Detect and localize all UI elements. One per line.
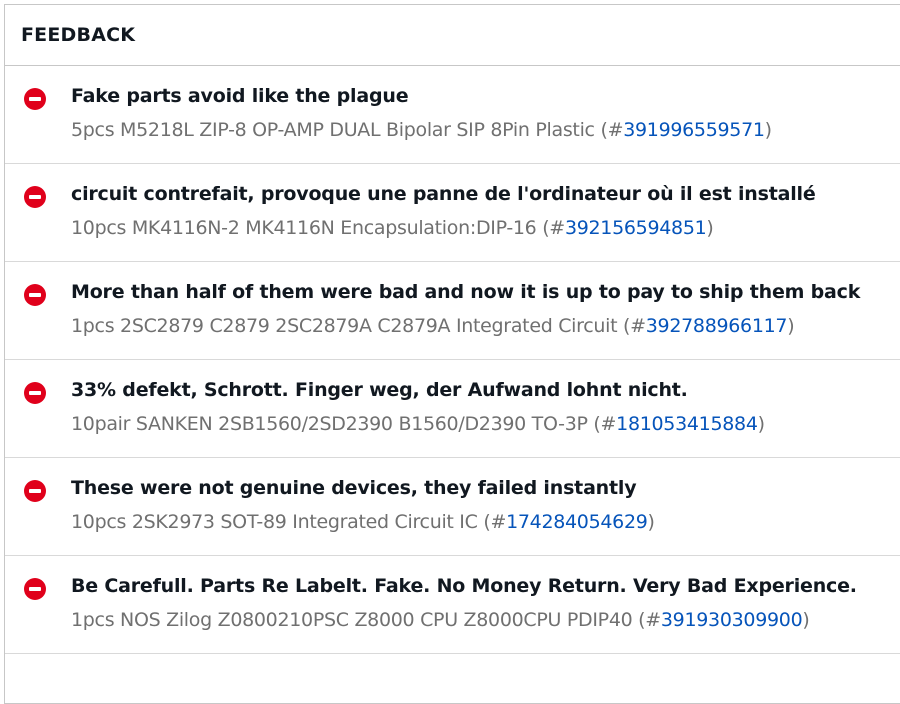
feedback-item: Be Carefull. Parts Re Labelt. Fake. No M… [5, 556, 900, 654]
feedback-comment: More than half of them were bad and now … [71, 281, 861, 303]
feedback-panel: FEEDBACK Fake parts avoid like the plagu… [4, 4, 900, 704]
item-line: 5pcs M5218L ZIP-8 OP-AMP DUAL Bipolar SI… [71, 119, 772, 141]
item-title: 5pcs M5218L ZIP-8 OP-AMP DUAL Bipolar SI… [71, 119, 595, 141]
feedback-list: Fake parts avoid like the plague 5pcs M5… [5, 66, 900, 654]
item-number-link[interactable]: 181053415884 [616, 413, 758, 435]
item-title: 1pcs NOS Zilog Z0800210PSC Z8000 CPU Z80… [71, 609, 633, 631]
negative-rating-icon [24, 284, 46, 306]
feedback-item: 33% defekt, Schrott. Finger weg, der Auf… [5, 360, 900, 458]
item-number-link[interactable]: 392788966117 [646, 315, 788, 337]
panel-title: FEEDBACK [21, 24, 136, 46]
item-line: 10pcs 2SK2973 SOT-89 Integrated Circuit … [71, 511, 655, 533]
item-line: 10pcs MK4116N-2 MK4116N Encapsulation:DI… [71, 217, 714, 239]
feedback-comment: circuit contrefait, provoque une panne d… [71, 183, 816, 205]
item-title: 10pcs 2SK2973 SOT-89 Integrated Circuit … [71, 511, 478, 533]
item-number-link[interactable]: 392156594851 [565, 217, 707, 239]
negative-rating-icon [24, 382, 46, 404]
feedback-comment: Fake parts avoid like the plague [71, 85, 409, 107]
feedback-item: circuit contrefait, provoque une panne d… [5, 164, 900, 262]
item-line: 1pcs NOS Zilog Z0800210PSC Z8000 CPU Z80… [71, 609, 810, 631]
item-line: 1pcs 2SC2879 C2879 2SC2879A C2879A Integ… [71, 315, 795, 337]
negative-rating-icon [24, 480, 46, 502]
item-title: 1pcs 2SC2879 C2879 2SC2879A C2879A Integ… [71, 315, 618, 337]
item-line: 10pair SANKEN 2SB1560/2SD2390 B1560/D239… [71, 413, 765, 435]
item-title: 10pcs MK4116N-2 MK4116N Encapsulation:DI… [71, 217, 537, 239]
feedback-item: Fake parts avoid like the plague 5pcs M5… [5, 66, 900, 164]
item-title: 10pair SANKEN 2SB1560/2SD2390 B1560/D239… [71, 413, 588, 435]
negative-rating-icon [24, 578, 46, 600]
item-number-link[interactable]: 391996559571 [623, 119, 765, 141]
feedback-item: More than half of them were bad and now … [5, 262, 900, 360]
feedback-comment: 33% defekt, Schrott. Finger weg, der Auf… [71, 379, 688, 401]
feedback-item: These were not genuine devices, they fai… [5, 458, 900, 556]
negative-rating-icon [24, 186, 46, 208]
feedback-comment: Be Carefull. Parts Re Labelt. Fake. No M… [71, 575, 857, 597]
item-number-link[interactable]: 391930309900 [661, 609, 803, 631]
feedback-header: FEEDBACK [5, 5, 900, 66]
feedback-comment: These were not genuine devices, they fai… [71, 477, 637, 499]
negative-rating-icon [24, 88, 46, 110]
item-number-link[interactable]: 174284054629 [506, 511, 648, 533]
